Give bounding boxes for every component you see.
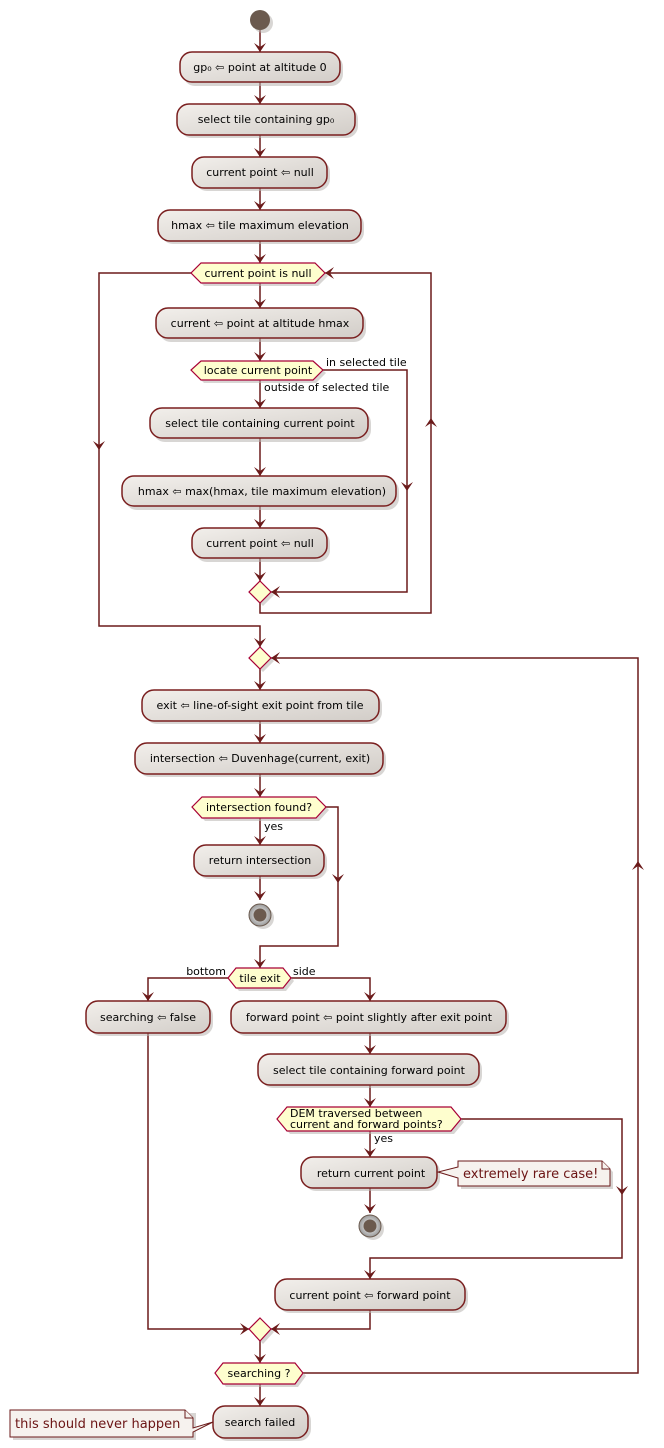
activity-diagram: gp₀ ⇦ point at altitude 0 select tile co… — [9, 10, 644, 1441]
activity-exit: exit ⇦ line-of-sight exit point from til… — [141, 689, 382, 724]
edge-label-bottom: bottom — [186, 965, 226, 978]
activity-label: select tile containing forward point — [273, 1064, 466, 1077]
activity-current-hmax: current ⇦ point at altitude hmax — [155, 307, 366, 342]
activity-label: hmax ⇦ max(hmax, tile maximum elevation) — [138, 485, 386, 498]
activity-search-failed: search failed — [212, 1405, 311, 1441]
activity-intersection: intersection ⇦ Duvenhage(current, exit) — [134, 742, 386, 777]
activity-current-null-2: current point ⇦ null — [191, 527, 330, 562]
activity-hmax-max: hmax ⇦ max(hmax, tile maximum elevation) — [121, 475, 399, 510]
activity-return-current: return current point — [300, 1156, 440, 1191]
activity-searching-false: searching ⇦ false — [85, 1000, 213, 1036]
activity-label: return intersection — [209, 854, 311, 867]
activity-label: search failed — [225, 1416, 296, 1429]
activity-hmax: hmax ⇦ tile maximum elevation — [157, 209, 364, 244]
activity-label: hmax ⇦ tile maximum elevation — [171, 219, 349, 232]
activity-label: gp₀ ⇦ point at altitude 0 — [193, 61, 326, 74]
activity-label: current point ⇦ null — [206, 537, 314, 550]
activity-label: select tile containing gp₀ — [198, 113, 335, 126]
activity-label: current ⇦ point at altitude hmax — [171, 317, 350, 330]
arrowheads — [93, 43, 644, 1406]
edge-label-side: side — [293, 965, 316, 978]
edge-label-outside-selected-tile: outside of selected tile — [264, 381, 390, 394]
activity-label: select tile containing current point — [165, 417, 355, 430]
activity-label: exit ⇦ line-of-sight exit point from til… — [157, 699, 364, 712]
note-text: extremely rare case! — [463, 1167, 598, 1182]
activity-label: current point ⇦ null — [206, 166, 314, 179]
stop-node-2 — [358, 1214, 384, 1240]
decision-label: locate current point — [204, 364, 313, 377]
note-extremely-rare: extremely rare case! — [436, 1160, 613, 1189]
decision-dem-traversed: DEM traversed between current and forwar… — [276, 1106, 464, 1134]
activity-select-tile-gp0: select tile containing gp₀ — [176, 103, 358, 138]
decision-searching: searching ? — [214, 1362, 306, 1387]
decision-label: tile exit — [239, 972, 281, 985]
start-node — [250, 10, 270, 30]
decision-intersection-found: intersection found? — [191, 796, 329, 821]
activity-current-null: current point ⇦ null — [191, 156, 330, 191]
activity-label: current point ⇦ forward point — [289, 1289, 451, 1302]
activity-label: forward point ⇦ point slightly after exi… — [246, 1011, 493, 1024]
activity-select-tile-forward: select tile containing forward point — [257, 1053, 482, 1088]
activity-return-intersection: return intersection — [193, 844, 327, 879]
merge-loop1 — [248, 580, 274, 606]
decision-label-line2: current and forward points? — [290, 1118, 443, 1131]
decision-tile-exit: tile exit — [227, 967, 294, 991]
activity-select-tile-current: select tile containing current point — [149, 407, 371, 442]
note-never-happen: this should never happen — [9, 1409, 214, 1440]
decision-current-null: current point is null — [190, 262, 328, 286]
activity-current-forward: current point ⇦ forward point — [274, 1278, 468, 1313]
edge-label-yes: yes — [374, 1132, 393, 1145]
decision-label: intersection found? — [206, 801, 312, 814]
decision-locate-current: locate current point — [190, 360, 326, 383]
edge-label-in-selected-tile: in selected tile — [326, 356, 407, 369]
decision-label: current point is null — [204, 267, 311, 280]
merge-loop2 — [248, 646, 274, 672]
stop-node-1 — [248, 903, 274, 929]
note-text: this should never happen — [15, 1417, 180, 1432]
activity-gp0: gp₀ ⇦ point at altitude 0 — [179, 51, 343, 86]
decision-label: searching ? — [228, 1367, 291, 1380]
activity-label: searching ⇦ false — [100, 1011, 196, 1024]
activity-forward-point: forward point ⇦ point slightly after exi… — [230, 1000, 509, 1036]
activity-label: return current point — [317, 1167, 426, 1180]
activity-label: intersection ⇦ Duvenhage(current, exit) — [150, 752, 370, 765]
edge-label-yes: yes — [264, 820, 283, 833]
merge-final — [248, 1317, 274, 1344]
